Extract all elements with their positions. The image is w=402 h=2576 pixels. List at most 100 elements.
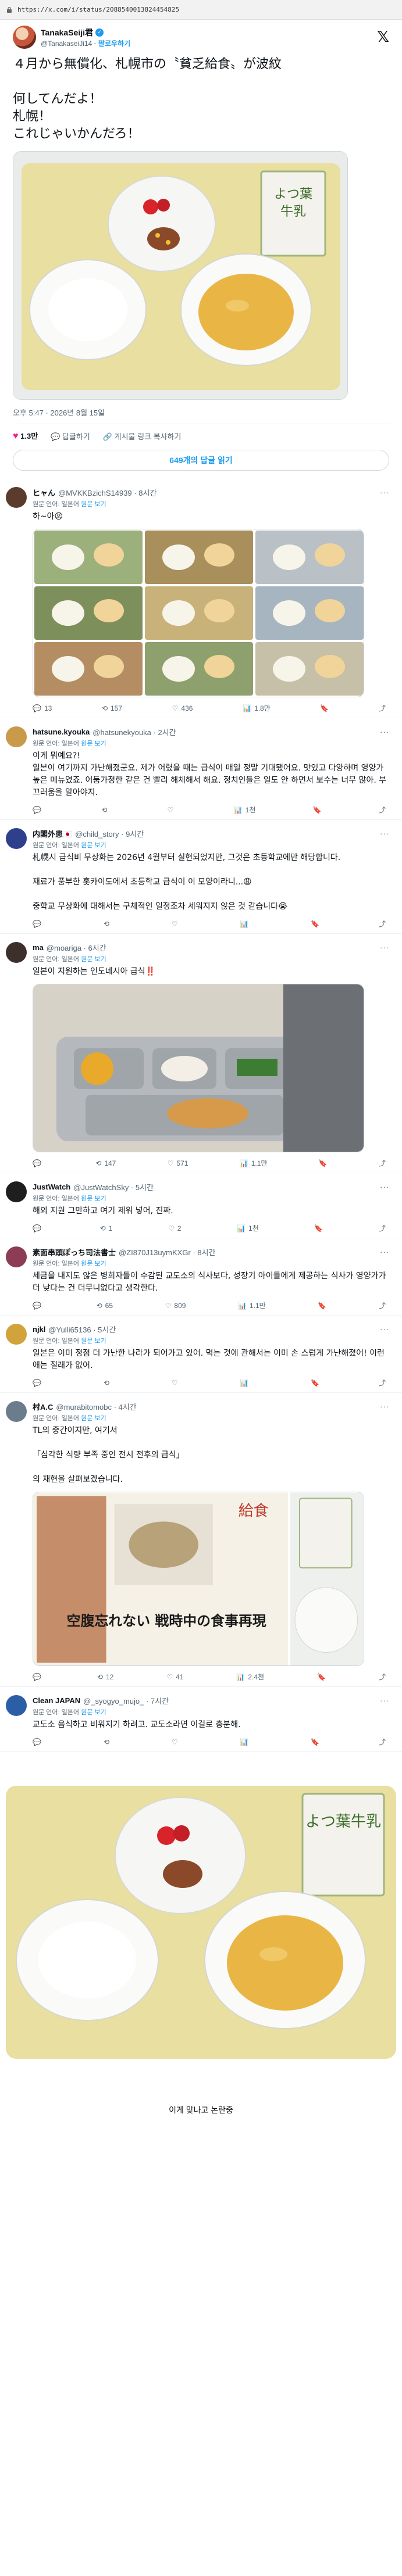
like-button[interactable]: ♡ 571 — [168, 1158, 188, 1168]
lunch-collage-image[interactable] — [33, 529, 364, 697]
views-button[interactable]: 📊 1천 — [237, 1223, 259, 1233]
reply-author-name[interactable]: ヒャん — [33, 487, 55, 498]
view-original-link[interactable]: 원문 보기 — [81, 1338, 106, 1345]
more-icon[interactable]: ··· — [380, 1325, 389, 1334]
bookmark-icon[interactable]: 🔖 — [311, 919, 319, 929]
like-button[interactable]: ♡ 2 — [168, 1223, 181, 1233]
more-icon[interactable]: ··· — [380, 829, 389, 838]
reply-author-handle[interactable]: @murabitomobc · 4시간 — [56, 1401, 136, 1412]
reply-tweet[interactable]: njkl @Yulli65136 · 5시간 ··· 원문 언어: 일본어 원문… — [0, 1316, 402, 1393]
reply-author-name[interactable]: njkl — [33, 1325, 45, 1334]
view-original-link[interactable]: 원문 보기 — [81, 1709, 106, 1716]
like-button[interactable]: ♡ — [172, 1737, 181, 1747]
reply-button[interactable]: 💬 — [33, 1378, 44, 1388]
reply-author-handle[interactable]: @MVKKBzichS14939 · 8시간 — [58, 487, 156, 498]
avatar[interactable] — [6, 1695, 27, 1716]
views-button[interactable]: 📊 — [240, 1737, 251, 1747]
reply-author-name[interactable]: JustWatch — [33, 1183, 70, 1191]
reply-author-handle[interactable]: @_syogyo_mujo_ · 7시간 — [83, 1695, 169, 1706]
like-button[interactable]: ♥ 1.3만 — [13, 430, 38, 442]
like-button[interactable]: ♡ 436 — [172, 703, 193, 713]
reply-tweet[interactable]: JustWatch @JustWatchSky · 5시간 ··· 원문 언어:… — [0, 1173, 402, 1238]
reply-author-handle[interactable]: @Yulli65136 · 5시간 — [48, 1324, 116, 1335]
view-original-link[interactable]: 원문 보기 — [81, 956, 106, 963]
bookmark-icon[interactable]: 🔖 — [311, 1378, 319, 1388]
more-icon[interactable]: ··· — [380, 1402, 389, 1411]
views-button[interactable]: 📊 1.1만 — [240, 1158, 268, 1168]
views-button[interactable]: 📊 — [240, 919, 251, 929]
view-original-link[interactable]: 원문 보기 — [81, 740, 106, 747]
reply-tweet[interactable]: 素面串頭ぽっち司法書士 @ZI870J13uymKXGr · 8시간 ··· 원… — [0, 1238, 402, 1316]
views-button[interactable]: 📊 2.4천 — [236, 1672, 264, 1682]
share-icon[interactable]: ⤴ — [379, 1158, 386, 1168]
share-icon[interactable]: ⤴ — [379, 1378, 386, 1388]
share-icon[interactable]: ⤴ — [379, 1737, 386, 1747]
read-replies-button[interactable]: 649개의 답글 읽기 — [13, 450, 389, 471]
reply-author-name[interactable]: 素面串頭ぽっち司法書士 — [33, 1246, 116, 1257]
view-original-link[interactable]: 원문 보기 — [81, 501, 106, 508]
bookmark-icon[interactable]: 🔖 — [314, 1223, 323, 1233]
news-clip-image[interactable]: 給食 空腹忘れない 戦時中の食事再現 — [33, 1492, 364, 1666]
avatar[interactable] — [6, 1181, 27, 1202]
reply-author-name[interactable]: Clean JAPAN — [33, 1696, 80, 1705]
avatar[interactable] — [6, 726, 27, 747]
lunch-tray-photo[interactable]: よつ葉 牛乳 — [13, 151, 348, 400]
more-icon[interactable]: ··· — [380, 943, 389, 952]
reply-button[interactable]: 💬 — [33, 919, 44, 929]
views-button[interactable]: 📊 1천 — [234, 805, 256, 815]
retweet-button[interactable]: ⟲ — [101, 805, 110, 815]
reply-tweet[interactable]: 内閣外患🇯🇵 @child_story · 9시간 ··· 원문 언어: 일본어… — [0, 820, 402, 934]
retweet-button[interactable]: ⟲ 147 — [95, 1158, 116, 1168]
view-original-link[interactable]: 원문 보기 — [81, 1260, 106, 1267]
bookmark-icon[interactable]: 🔖 — [311, 1737, 319, 1747]
reply-author-handle[interactable]: @ZI870J13uymKXGr · 8시간 — [119, 1246, 215, 1257]
bottom-lunch-photo[interactable]: よつ葉牛乳 — [0, 1768, 402, 2094]
reply-tweet[interactable]: ma @moariga · 6시간 ··· 원문 언어: 일본어 원문 보기 일… — [0, 934, 402, 1173]
reply-tweet[interactable]: hatsune.kyouka @hatsunekyouka · 2시간 ··· … — [0, 718, 402, 820]
reply-button[interactable]: 💬 13 — [33, 703, 52, 713]
reply-tweet[interactable]: Clean JAPAN @_syogyo_mujo_ · 7시간 ··· 원문 … — [0, 1687, 402, 1752]
reply-author-name[interactable]: ma — [33, 943, 44, 952]
avatar[interactable] — [6, 1324, 27, 1345]
bookmark-icon[interactable]: 🔖 — [320, 703, 329, 713]
follow-link[interactable]: · 팔로우하기 — [94, 40, 131, 48]
author-handle[interactable]: @TanakaseiJi14 — [41, 40, 92, 48]
share-icon[interactable]: ⤴ — [379, 703, 386, 713]
views-button[interactable]: 📊 — [240, 1378, 251, 1388]
share-icon[interactable]: ⤴ — [379, 1672, 386, 1682]
reply-author-name[interactable]: hatsune.kyouka — [33, 728, 90, 736]
reply-author-name[interactable]: 内閣外患🇯🇵 — [33, 828, 72, 839]
avatar[interactable] — [6, 487, 27, 508]
view-original-link[interactable]: 원문 보기 — [81, 1415, 106, 1422]
reply-tweet[interactable]: 村A.C @murabitomobc · 4시간 ··· 원문 언어: 일본어 … — [0, 1393, 402, 1687]
retweet-button[interactable]: ⟲ 157 — [102, 703, 122, 713]
retweet-button[interactable]: ⟲ — [104, 1378, 112, 1388]
share-icon[interactable]: ⤴ — [379, 1223, 386, 1233]
reply-button[interactable]: 💬 — [33, 1223, 44, 1233]
like-button[interactable]: ♡ — [168, 805, 177, 815]
more-icon[interactable]: ··· — [380, 1183, 389, 1191]
retweet-button[interactable]: ⟲ 65 — [97, 1300, 113, 1310]
reply-author-handle[interactable]: @JustWatchSky · 5시간 — [73, 1181, 154, 1192]
reply-tweet[interactable]: ヒャん @MVKKBzichS14939 · 8시간 ··· 원문 언어: 일본… — [0, 479, 402, 718]
retweet-button[interactable]: ⟲ 12 — [97, 1672, 113, 1682]
bookmark-icon[interactable]: 🔖 — [318, 1300, 326, 1310]
like-button[interactable]: ♡ — [172, 919, 181, 929]
retweet-button[interactable]: ⟲ — [104, 919, 112, 929]
avatar[interactable] — [6, 1246, 27, 1267]
more-icon[interactable]: ··· — [380, 1696, 389, 1705]
view-original-link[interactable]: 원문 보기 — [81, 842, 106, 849]
browser-url-bar[interactable]: https://x.com/i/status/20885400138244548… — [0, 0, 402, 20]
indonesia-lunch-photo[interactable] — [33, 984, 364, 1152]
reply-button[interactable]: 💬 — [33, 1300, 44, 1310]
avatar[interactable] — [13, 26, 36, 49]
view-original-link[interactable]: 원문 보기 — [81, 1195, 106, 1202]
reply-author-handle[interactable]: @moariga · 6시간 — [47, 942, 106, 953]
like-button[interactable]: ♡ — [172, 1378, 181, 1388]
like-button[interactable]: ♡ 41 — [166, 1672, 183, 1682]
share-icon[interactable]: ⤴ — [379, 805, 386, 815]
reply-button[interactable]: 💬 — [33, 1737, 44, 1747]
reply-author-handle[interactable]: @hatsunekyouka · 2시간 — [93, 726, 176, 737]
reply-author-name[interactable]: 村A.C — [33, 1401, 53, 1412]
reply-button[interactable]: 💬 답글하기 — [51, 431, 90, 442]
